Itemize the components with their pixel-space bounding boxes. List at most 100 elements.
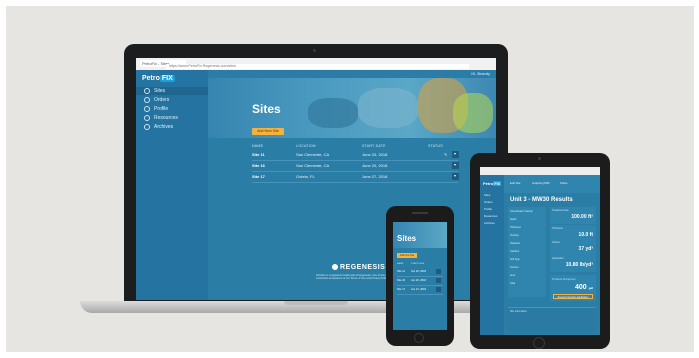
user-menu[interactable]: Hi, Brandy xyxy=(471,71,490,76)
site-name[interactable]: Site 11 xyxy=(397,270,405,273)
column-header-location[interactable]: LOCATION xyxy=(296,144,316,148)
tablet-screen: PetroFIX Sites Orders Profile Resources … xyxy=(480,167,600,335)
phone-home-button[interactable] xyxy=(414,333,424,343)
add-new-site-button[interactable]: Add New Site xyxy=(252,128,284,135)
site-date: June 20, 2018 xyxy=(362,152,388,157)
input-label: Gradient xyxy=(510,250,520,253)
row-dropdown-button[interactable] xyxy=(436,278,441,283)
site-name[interactable]: Site 11 xyxy=(252,152,265,157)
result-value: 37 yd³ xyxy=(578,246,593,252)
input-label: Hydraulic xyxy=(510,242,520,245)
table-row[interactable]: Site 17 Jun 27, 2018 xyxy=(397,286,443,295)
phone-add-new-site-button[interactable]: Add New Site xyxy=(397,253,417,258)
result-value: 10.0 ft xyxy=(578,232,593,238)
row-dropdown-button[interactable] xyxy=(436,269,441,274)
resources-icon xyxy=(144,114,150,121)
sidebar-item-resources[interactable]: Resources xyxy=(144,114,204,122)
product-required-value: 400 gal xyxy=(575,284,593,291)
site-name[interactable]: Site 17 xyxy=(397,288,405,291)
archives-icon xyxy=(144,123,150,130)
input-label: Porosity xyxy=(510,234,519,237)
tablet-camera xyxy=(538,157,541,160)
phone-screen: Sites Add New Site NAME START DATE Site … xyxy=(393,222,447,330)
row-dropdown-button[interactable] xyxy=(452,151,459,158)
site-name[interactable]: Site 17 xyxy=(252,174,265,179)
input-label: Thickness xyxy=(510,226,521,229)
request-application-button[interactable]: Request Injection Application xyxy=(553,294,593,299)
result-label: Treatment Area xyxy=(552,209,569,212)
edit-icon[interactable]: ✎ xyxy=(444,152,447,157)
tablet-browser-bar xyxy=(480,167,600,175)
tablet-sidebar-item-resources[interactable]: Resources xyxy=(484,214,497,218)
result-label: Thickness xyxy=(552,227,563,230)
tablet-sidebar-item-profile[interactable]: Profile xyxy=(484,207,492,211)
row-dropdown-button[interactable] xyxy=(452,173,459,180)
tablet-page-title: Unit 3 - MW30 Results xyxy=(510,197,573,203)
table-row[interactable]: Site 11 Jun 20, 2018 xyxy=(397,268,443,277)
result-value: 10.80 lb/yd³ xyxy=(565,262,593,268)
footer-copyright: PetroFix is a registered trademark of Re… xyxy=(316,274,390,281)
tablet-sidebar-item-sites[interactable]: Sites xyxy=(484,193,490,197)
table-row[interactable]: Site 11 San Clemente, CA June 20, 2018 xyxy=(252,150,458,161)
orders-icon xyxy=(144,96,150,103)
site-information-panel: Site Information xyxy=(508,307,596,332)
product-required-panel: Product Required 400 gal Request Injecti… xyxy=(550,275,596,301)
site-location: San Clemente, CA xyxy=(296,152,330,157)
phone: Sites Add New Site NAME START DATE Site … xyxy=(386,206,454,346)
top-bar: Hi, Brandy xyxy=(208,70,496,78)
table-row[interactable]: Site 16 Jun 20, 2018 xyxy=(397,277,443,286)
phone-column-header-name[interactable]: NAME xyxy=(397,263,403,265)
result-value: 100.00 ft² xyxy=(571,214,593,220)
site-location: Goleta, FL xyxy=(296,174,315,179)
tablet-sidebar-item-archives[interactable]: Archives xyxy=(484,221,495,225)
page-title: Sites xyxy=(252,102,281,116)
site-date: Jun 20, 2018 xyxy=(411,279,426,282)
column-header-name[interactable]: NAME xyxy=(252,144,263,148)
tablet-sidebar xyxy=(480,175,504,335)
result-card: Application 10.80 lb/yd³ xyxy=(550,255,596,272)
tablet-nav-edit-site[interactable]: Edit Site xyxy=(510,181,520,185)
tablet-nav-graphing-pdf[interactable]: Graphing PDF xyxy=(532,181,550,185)
site-date: June 27, 2018 xyxy=(362,174,388,179)
result-card: Volume 37 yd³ xyxy=(550,239,596,256)
hero-graphic xyxy=(453,93,493,133)
hero-graphic xyxy=(358,88,418,128)
sidebar-item-orders[interactable]: Orders xyxy=(144,96,204,104)
hero-graphic xyxy=(308,98,358,128)
input-label: Fraction xyxy=(510,266,519,269)
app-logo[interactable]: Petro FIX xyxy=(142,75,175,82)
result-card: Treatment Area 100.00 ft² xyxy=(550,207,596,224)
row-dropdown-button[interactable] xyxy=(452,162,459,169)
site-name[interactable]: Site 16 xyxy=(397,279,405,282)
tablet-home-button[interactable] xyxy=(533,337,545,349)
sidebar-item-sites[interactable]: Sites xyxy=(136,87,208,95)
laptop-notch xyxy=(284,301,348,305)
input-label: Area xyxy=(510,274,516,277)
sidebar-item-profile[interactable]: Profile xyxy=(144,105,204,113)
column-header-status[interactable]: STATUS xyxy=(428,144,443,148)
site-information-label: Site Information xyxy=(510,310,527,313)
result-label: Volume xyxy=(552,241,560,244)
table-row[interactable]: Site 16 San Clemente, CA June 20, 2018 xyxy=(252,161,458,172)
regenesis-mark-icon xyxy=(332,264,338,271)
row-dropdown-button[interactable] xyxy=(436,287,441,292)
sidebar: Petro FIX Sites Orders Profile Resources … xyxy=(136,70,208,300)
site-name[interactable]: Site 16 xyxy=(252,163,265,168)
sites-icon xyxy=(144,87,150,94)
phone-speaker xyxy=(412,212,428,214)
site-location: San Clemente, CA xyxy=(296,163,330,168)
profile-icon xyxy=(144,105,150,112)
tablet-nav-share[interactable]: Share xyxy=(560,181,567,185)
laptop-camera xyxy=(313,49,316,52)
address-bar[interactable]: https://www.PetroFix.Regenesis.com/sites xyxy=(166,64,469,69)
table-row[interactable]: Site 17 Goleta, FL June 27, 2018 xyxy=(252,172,458,183)
tablet: PetroFIX Sites Orders Profile Resources … xyxy=(470,153,610,349)
phone-column-header-date[interactable]: START DATE xyxy=(411,263,424,265)
tablet-app-logo[interactable]: PetroFIX xyxy=(483,181,502,186)
column-header-start-date[interactable]: START DATE xyxy=(362,144,386,148)
sidebar-item-archives[interactable]: Archives xyxy=(144,123,204,131)
input-label: Soil Type xyxy=(510,258,520,261)
tablet-sidebar-item-orders[interactable]: Orders xyxy=(484,200,493,204)
site-date: Jun 27, 2018 xyxy=(411,288,426,291)
site-date: Jun 20, 2018 xyxy=(411,270,426,273)
